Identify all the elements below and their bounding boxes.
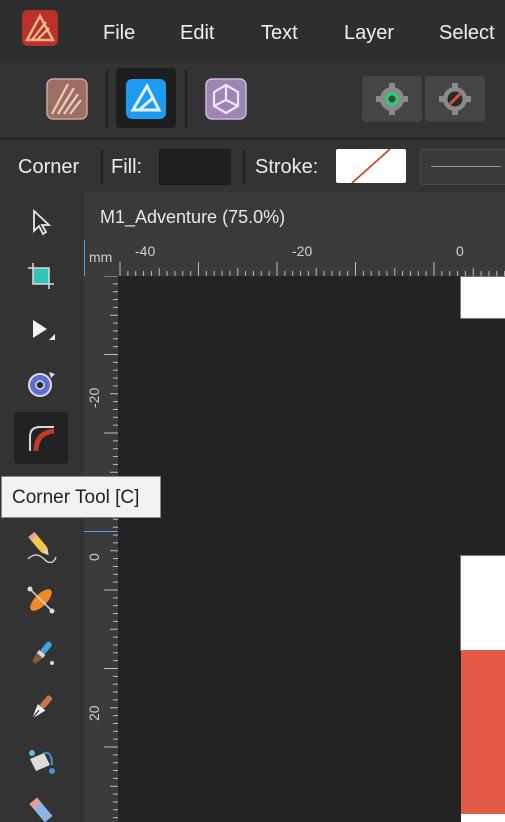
divider <box>101 150 103 184</box>
node-tool-icon[interactable] <box>14 304 68 356</box>
designer-persona-icon[interactable] <box>46 78 88 120</box>
settings-gear-red-button[interactable] <box>425 76 485 122</box>
corner-tool-icon[interactable] <box>14 412 68 464</box>
artboard-top[interactable] <box>460 276 505 319</box>
divider <box>185 70 187 128</box>
app-logo-icon[interactable] <box>22 10 58 46</box>
pencil-tool-icon[interactable] <box>14 520 68 572</box>
canvas-area[interactable] <box>118 276 505 822</box>
divider <box>106 70 108 128</box>
divider <box>243 150 245 184</box>
vector-brush-tool-icon[interactable] <box>14 574 68 626</box>
move-tool-icon[interactable] <box>14 196 68 248</box>
paint-brush-tool-icon[interactable] <box>14 628 68 680</box>
fill-swatch[interactable] <box>159 149 231 185</box>
menu-edit[interactable]: Edit <box>180 22 214 45</box>
line-style-dropdown[interactable] <box>420 149 505 185</box>
menu-file[interactable]: File <box>103 22 135 45</box>
stroke-label: Stroke: <box>255 156 319 178</box>
fill-tool-icon[interactable] <box>14 736 68 788</box>
photo-persona-icon[interactable] <box>205 78 247 120</box>
menu-text[interactable]: Text <box>261 22 298 45</box>
draw-persona-icon[interactable] <box>125 78 167 120</box>
artboard-tool-icon[interactable] <box>14 250 68 302</box>
context-tool-name: Corner <box>18 156 80 178</box>
tooltip-corner-tool: Corner Tool [C] <box>1 476 161 518</box>
pen-tool-icon[interactable] <box>14 682 68 734</box>
stroke-swatch[interactable] <box>336 149 406 183</box>
artboard-bottom-strip <box>461 814 505 822</box>
point-transform-tool-icon[interactable] <box>14 358 68 410</box>
artboard-bottom[interactable] <box>460 555 505 651</box>
menu-bar <box>0 0 505 61</box>
transparency-tool-icon[interactable] <box>14 790 68 822</box>
settings-gear-green-button[interactable] <box>362 76 422 122</box>
artboard-red-shape[interactable] <box>461 650 505 814</box>
menu-select[interactable]: Select <box>439 22 495 45</box>
vertical-ruler-ticks <box>104 276 118 819</box>
fill-label: Fill: <box>111 156 143 178</box>
document-title: M1_Adventure (75.0%) <box>100 207 286 227</box>
menu-layer[interactable]: Layer <box>344 22 394 45</box>
horizontal-ruler-ticks <box>119 262 505 276</box>
